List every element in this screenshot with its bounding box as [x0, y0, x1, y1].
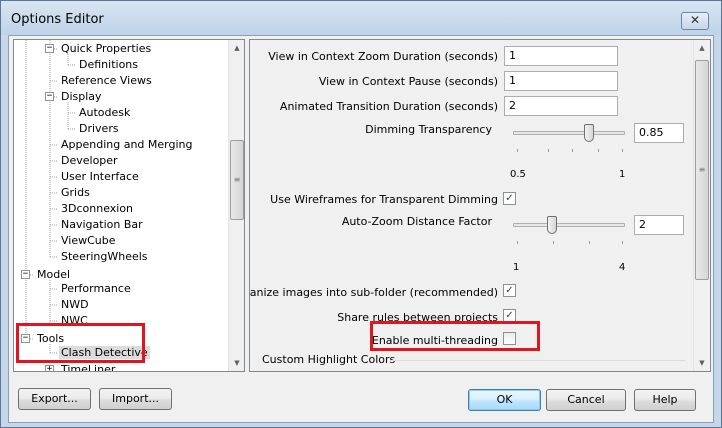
tree-item-label: Model — [37, 268, 71, 281]
tree-item-definitions[interactable]: Definitions — [77, 57, 140, 73]
dimming-transparency-label: Dimming Transparency — [365, 123, 492, 136]
animated-transition-input[interactable]: 2 — [504, 96, 618, 116]
tree-item-label: Performance — [61, 282, 131, 295]
tree-item-label: NWD — [61, 298, 89, 311]
tree-item-label: SteeringWheels — [61, 250, 148, 263]
context-pause-label: View in Context Pause (seconds) — [318, 75, 498, 88]
tree-item-quick-properties[interactable]: − Quick Properties — [45, 41, 153, 57]
tree-item-steeringwheels[interactable]: SteeringWheels — [59, 249, 150, 265]
tree-item-label: TimeLiner — [61, 363, 116, 372]
ok-button[interactable]: OK — [468, 389, 541, 411]
use-wireframes-label: Use Wireframes for Transparent Dimming — [270, 193, 498, 206]
slider-tick — [517, 149, 518, 152]
tree-item-label: Display — [61, 90, 102, 103]
dimming-transparency-slider-track[interactable] — [513, 131, 625, 135]
tree-item-label: Reference Views — [61, 74, 152, 87]
title-bar[interactable]: Options Editor ✕ — [1, 1, 721, 35]
context-zoom-duration-input[interactable]: 1 — [504, 46, 618, 66]
slider-tick — [622, 149, 623, 152]
use-wireframes-checkbox[interactable]: ✓ — [503, 192, 516, 205]
context-zoom-duration-label: View in Context Zoom Duration (seconds) — [268, 50, 498, 63]
tree-item-label: Quick Properties — [61, 42, 152, 55]
tree-item-label: Drivers — [79, 122, 119, 135]
auto-zoom-slider-thumb[interactable] — [546, 216, 557, 234]
slider-tick — [622, 241, 623, 244]
tree-item-label: ViewCube — [61, 234, 116, 247]
tree-item-display[interactable]: − Display — [45, 89, 104, 105]
tree-item-label: Grids — [61, 186, 90, 199]
cancel-button[interactable]: Cancel — [546, 389, 626, 411]
tree-item-label: User Interface — [61, 170, 139, 183]
tree-item-performance[interactable]: Performance — [59, 281, 133, 297]
dimming-transparency-input[interactable]: 0.85 — [634, 123, 684, 143]
dimming-max-label: 1 — [619, 169, 626, 180]
slider-tick — [589, 241, 590, 244]
auto-zoom-min-label: 1 — [513, 262, 520, 273]
scroll-thumb[interactable]: ≡ — [695, 60, 709, 280]
tree-item-label: Definitions — [79, 58, 138, 71]
collapse-icon[interactable]: − — [45, 92, 54, 101]
tree-item-user-interface[interactable]: User Interface — [59, 169, 141, 185]
options-editor-window: Options Editor ✕ − Quick Properties Defi… — [0, 0, 722, 428]
scroll-thumb[interactable]: ≡ — [230, 140, 244, 220]
organize-images-label: Organize images into sub-folder (recomme… — [249, 286, 498, 299]
help-button[interactable]: Help — [634, 389, 696, 411]
tree-item-drivers[interactable]: Drivers — [77, 121, 121, 137]
tree-item-nwd[interactable]: NWD — [59, 297, 91, 313]
window-title: Options Editor — [11, 12, 104, 27]
tree-item-appending-and-merging[interactable]: Appending and Merging — [59, 137, 195, 153]
section-divider — [390, 360, 686, 361]
scroll-down-icon[interactable]: ▼ — [229, 355, 244, 371]
tree-item-autodesk[interactable]: Autodesk — [77, 105, 132, 121]
tree-item-grids[interactable]: Grids — [59, 185, 92, 201]
organize-images-checkbox[interactable]: ✓ — [503, 284, 516, 297]
tree-scrollbar[interactable]: ▲ ≡ ▼ — [228, 40, 244, 371]
auto-zoom-label: Auto-Zoom Distance Factor — [341, 215, 492, 228]
multi-threading-highlight-box — [370, 321, 540, 351]
context-pause-input[interactable]: 1 — [504, 71, 618, 91]
close-button[interactable]: ✕ — [681, 12, 709, 30]
tree-item-3dconnexion[interactable]: 3Dconnexion — [59, 201, 135, 217]
tree-item-label: Navigation Bar — [61, 218, 143, 231]
expand-icon[interactable]: + — [45, 365, 54, 371]
tree-item-viewcube[interactable]: ViewCube — [59, 233, 118, 249]
settings-scrollbar[interactable]: ▲ ≡ ▼ — [693, 40, 710, 371]
tree-item-navigation-bar[interactable]: Navigation Bar — [59, 217, 145, 233]
slider-tick — [517, 241, 518, 244]
slider-tick — [548, 149, 549, 152]
scroll-down-icon[interactable]: ▼ — [694, 355, 710, 371]
slider-tick — [572, 149, 573, 152]
slider-tick — [598, 149, 599, 152]
tree-item-label: Developer — [61, 154, 118, 167]
dimming-transparency-slider-thumb[interactable] — [584, 124, 595, 142]
collapse-icon[interactable]: − — [45, 44, 54, 53]
tree-item-label: Autodesk — [79, 106, 131, 119]
scroll-up-icon[interactable]: ▲ — [229, 40, 244, 56]
tree-item-label: 3Dconnexion — [61, 202, 134, 215]
tools-highlight-box — [16, 323, 145, 363]
scroll-up-icon[interactable]: ▲ — [694, 40, 710, 56]
collapse-icon[interactable]: − — [21, 270, 30, 279]
tree-item-timeliner[interactable]: + TimeLiner — [45, 362, 117, 372]
slider-tick — [553, 241, 554, 244]
tree-item-reference-views[interactable]: Reference Views — [59, 73, 154, 89]
tree-item-label: Appending and Merging — [61, 138, 193, 151]
custom-highlight-colors-title: Custom Highlight Colors — [262, 353, 396, 366]
animated-transition-label: Animated Transition Duration (seconds) — [279, 100, 498, 113]
auto-zoom-input[interactable]: 2 — [634, 215, 684, 235]
dialog-body: − Quick Properties Definitions Reference… — [8, 35, 714, 423]
import-button[interactable]: Import... — [99, 388, 172, 410]
tree-item-developer[interactable]: Developer — [59, 153, 120, 169]
export-button[interactable]: Export... — [18, 388, 91, 410]
auto-zoom-max-label: 4 — [619, 262, 626, 273]
dimming-min-label: 0.5 — [510, 169, 526, 180]
auto-zoom-slider-track[interactable] — [513, 223, 625, 227]
